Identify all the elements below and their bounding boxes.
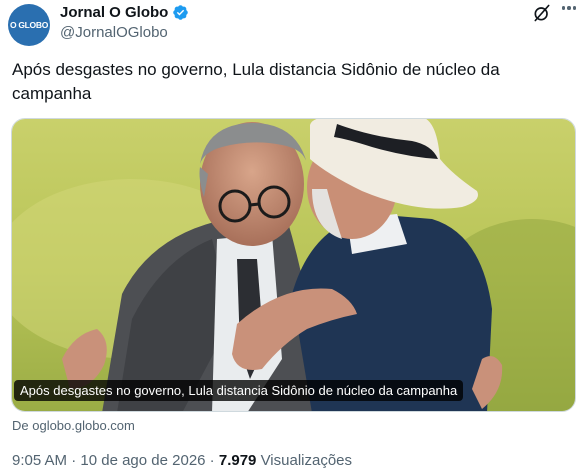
more-dot [561,6,565,10]
photo-illustration [12,119,575,411]
tweet-meta: 9:05 AM · 10 de ago de 2026 · 7.979 Visu… [12,452,352,469]
more-options-icon[interactable] [561,6,576,10]
meta-separator: · [67,452,81,469]
account-handle[interactable]: @JornalOGlobo [60,24,189,41]
tweet-date[interactable]: 10 de ago de 2026 [80,452,205,469]
display-name-row: Jornal O Globo [60,4,189,21]
avatar[interactable]: O GLOBO [8,4,50,46]
views-label: Visualizações [256,452,353,469]
more-dot [567,6,571,10]
account-names: Jornal O Globo @JornalOGlobo [60,4,189,41]
tweet-text: Após desgastes no governo, Lula distanci… [12,60,500,103]
verified-badge-icon[interactable] [172,4,189,21]
views-count[interactable]: 7.979 [219,452,257,469]
meta-separator: · [205,452,219,469]
more-dot [572,6,576,10]
grok-icon[interactable] [532,3,552,23]
media-alt-caption: Após desgastes no governo, Lula distanci… [14,380,464,401]
tweet-time[interactable]: 9:05 AM [12,452,67,469]
display-name[interactable]: Jornal O Globo [60,4,168,21]
avatar-logo-text: O GLOBO [9,20,49,30]
link-source[interactable]: De oglobo.globo.com [12,418,135,433]
media-image[interactable] [11,118,576,412]
